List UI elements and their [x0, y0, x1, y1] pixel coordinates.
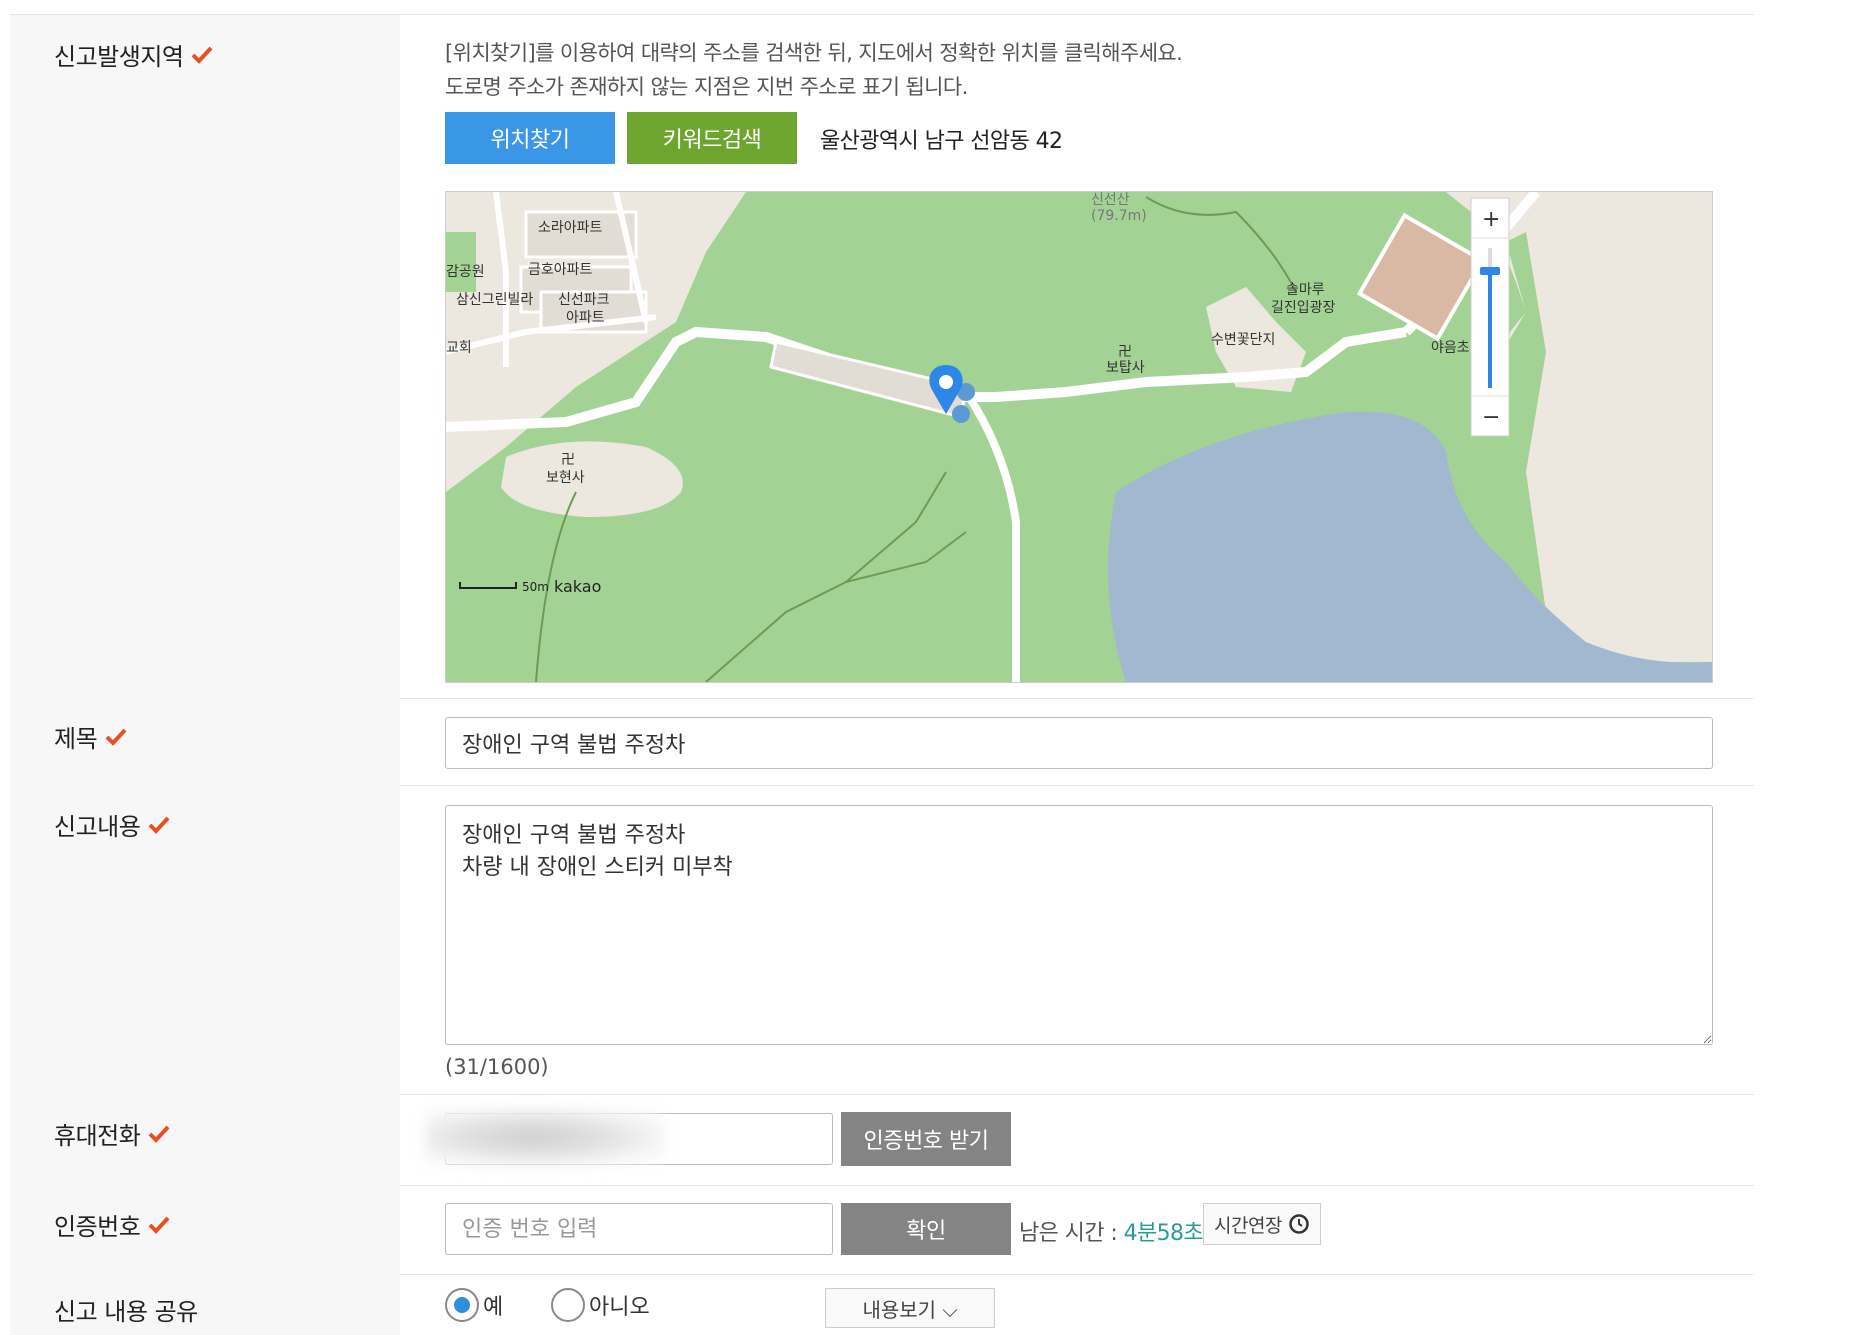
required-check-icon	[148, 1216, 170, 1234]
map-label: 소라아파트	[538, 220, 603, 236]
map-label: (79.7m)	[1091, 208, 1147, 224]
share-yes-radio[interactable]: 예	[445, 1288, 503, 1322]
verify-label: 인증번호	[54, 1207, 170, 1242]
zoom-slider-handle[interactable]	[1480, 267, 1500, 275]
share-yes-label: 예	[483, 1295, 504, 1320]
map-label: 수변꽃단지	[1211, 332, 1275, 348]
required-check-icon	[105, 728, 127, 746]
location-desc-line1: [위치찾기]를 이용하여 대략의 주소를 검색한 뒤, 지도에서 정확한 위치를…	[445, 41, 1183, 65]
map-label: 감공원	[446, 264, 485, 280]
zoom-level-fill	[1488, 272, 1492, 388]
find-location-button[interactable]: 위치찾기	[445, 112, 615, 164]
map-label: 야음초	[1431, 340, 1470, 356]
phone-label: 휴대전화	[54, 1116, 170, 1151]
map-label: 길진입광장	[1271, 300, 1336, 316]
zoom-in-button[interactable]: +	[1482, 207, 1500, 232]
map-canvas[interactable]: 소라아파트 금호아파트 삼신그린빌라 신선파크 아파트 감공원 교회 보현사 보…	[446, 192, 1712, 682]
location-label-text: 신고발생지역	[54, 43, 184, 71]
temple-icon: 卍	[561, 452, 575, 468]
extend-time-button[interactable]: 시간연장	[1203, 1203, 1321, 1245]
label-cell: 인증번호	[10, 1185, 400, 1274]
title-input[interactable]	[445, 717, 1713, 769]
required-check-icon	[148, 1125, 170, 1143]
required-check-icon	[192, 46, 213, 64]
map[interactable]: 소라아파트 금호아파트 삼신그린빌라 신선파크 아파트 감공원 교회 보현사 보…	[445, 191, 1713, 683]
view-content-button[interactable]: 내용보기 ⌵	[825, 1288, 995, 1328]
location-row: 신고발생지역 [위치찾기]를 이용하여 대략의 주소를 검색한 뒤, 지도에서 …	[10, 14, 1754, 699]
location-label: 신고발생지역	[54, 37, 213, 72]
verify-code-input[interactable]	[445, 1203, 833, 1255]
required-check-icon	[148, 816, 170, 834]
temple-icon: 卍	[1118, 344, 1132, 360]
share-content: 예 아니오 내용보기 ⌵	[445, 1274, 1754, 1335]
remaining-time: 남은 시간 : 4분58초	[1019, 1215, 1204, 1247]
share-no-radio[interactable]: 아니오	[551, 1288, 650, 1322]
title-content	[445, 697, 1754, 785]
kakao-logo: kakao	[554, 577, 601, 596]
content-textarea[interactable]: 장애인 구역 불법 주정차 차량 내 장애인 스티커 미부착	[445, 805, 1713, 1045]
phone-row: 휴대전화 인증번호 받기	[10, 1094, 1754, 1186]
verify-content: 확인 남은 시간 : 4분58초 시간연장	[445, 1185, 1754, 1274]
map-label: 솔마루	[1286, 282, 1325, 298]
label-cell: 신고 내용 공유	[10, 1274, 400, 1335]
title-label-text: 제목	[54, 725, 98, 753]
clock-icon	[1289, 1214, 1309, 1234]
label-cell: 제목	[10, 697, 400, 785]
char-counter: (31/1600)	[445, 1055, 549, 1079]
clearing	[501, 441, 683, 517]
label-cell: 신고발생지역	[10, 15, 400, 698]
map-label: 보탑사	[1106, 360, 1145, 376]
content-content: 장애인 구역 불법 주정차 차량 내 장애인 스티커 미부착 (31/1600)	[445, 785, 1754, 1094]
share-label-text: 신고 내용 공유	[54, 1298, 198, 1326]
content-label: 신고내용	[54, 807, 170, 842]
phone-label-text: 휴대전화	[54, 1122, 141, 1150]
request-code-button[interactable]: 인증번호 받기	[841, 1112, 1011, 1166]
share-row: 신고 내용 공유 예 아니오 내용보기 ⌵	[10, 1274, 1754, 1335]
map-label: 보현사	[546, 470, 585, 486]
redacted-phone-blur	[425, 1108, 665, 1166]
map-label: 신선파크	[558, 292, 610, 308]
remaining-label: 남은 시간 :	[1019, 1221, 1124, 1246]
content-row: 신고내용 장애인 구역 불법 주정차 차량 내 장애인 스티커 미부착 (31/…	[10, 785, 1754, 1095]
report-form: 신고발생지역 [위치찾기]를 이용하여 대략의 주소를 검색한 뒤, 지도에서 …	[10, 0, 1754, 1335]
label-cell: 신고내용	[10, 785, 400, 1094]
map-label: 아파트	[566, 310, 605, 326]
verify-label-text: 인증번호	[54, 1213, 141, 1241]
location-desc-line2: 도로명 주소가 존재하지 않는 지점은 지번 주소로 표기 됩니다.	[445, 75, 968, 99]
radio-empty-icon[interactable]	[551, 1288, 585, 1322]
selected-address: 울산광역시 남구 선암동 42	[820, 129, 1063, 154]
map-label: 삼신그린빌라	[456, 292, 533, 308]
bus-stop-icon[interactable]	[952, 405, 970, 423]
map-label: 금호아파트	[528, 262, 593, 278]
zoom-control: + −	[1470, 197, 1510, 437]
share-label: 신고 내용 공유	[54, 1292, 198, 1327]
confirm-button[interactable]: 확인	[841, 1203, 1011, 1255]
remaining-time-value: 4분58초	[1123, 1221, 1204, 1246]
label-cell: 휴대전화	[10, 1094, 400, 1185]
map-label: 신선산	[1091, 192, 1130, 208]
zoom-out-button[interactable]: −	[1482, 405, 1500, 430]
keyword-search-button[interactable]: 키워드검색	[627, 112, 797, 164]
title-label: 제목	[54, 719, 127, 754]
share-no-label: 아니오	[589, 1295, 650, 1320]
map-label: 교회	[446, 340, 472, 356]
location-content: [위치찾기]를 이용하여 대략의 주소를 검색한 뒤, 지도에서 정확한 위치를…	[445, 15, 1754, 698]
title-row: 제목	[10, 697, 1754, 786]
radio-selected-icon[interactable]	[445, 1288, 479, 1322]
scale-text: 50m	[522, 580, 549, 594]
extend-time-label: 시간연장	[1214, 1214, 1282, 1237]
phone-content: 인증번호 받기	[425, 1094, 1754, 1185]
content-label-text: 신고내용	[54, 813, 141, 841]
verify-row: 인증번호 확인 남은 시간 : 4분58초 시간연장	[10, 1185, 1754, 1275]
